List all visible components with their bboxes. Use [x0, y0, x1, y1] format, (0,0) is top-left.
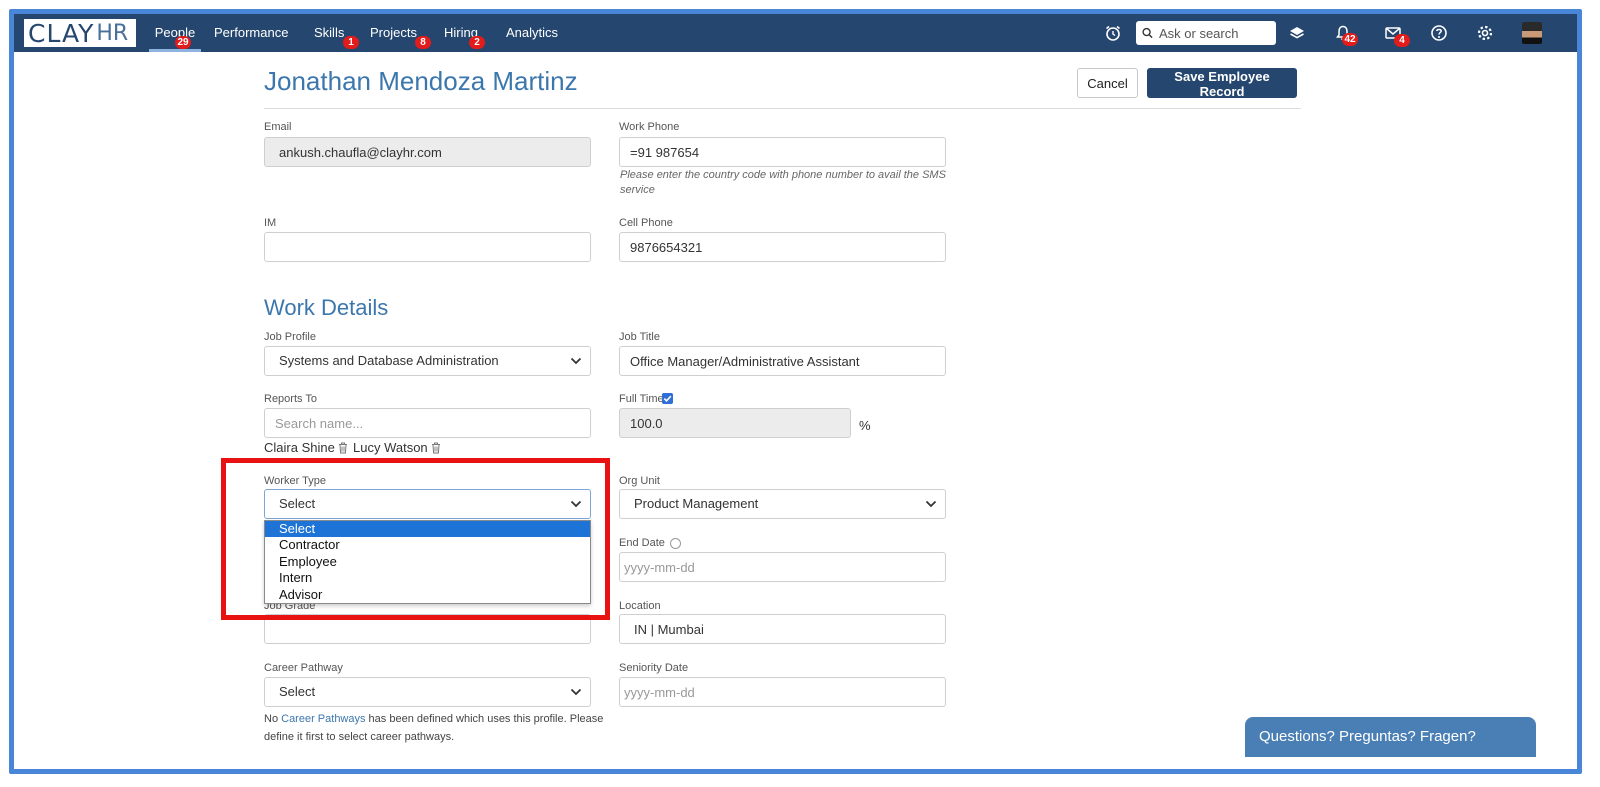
nav-projects-label: Projects — [370, 25, 417, 40]
search-input[interactable] — [1157, 24, 1276, 42]
highlight-box — [221, 458, 610, 620]
reports-to-person-1-name: Claira Shine — [264, 440, 335, 455]
reports-to-person-2-name: Lucy Watson — [353, 440, 428, 455]
end-date-label: End Date — [619, 537, 681, 549]
career-pathway-value: Select — [279, 684, 316, 699]
gear-icon[interactable] — [1476, 24, 1494, 42]
info-icon[interactable] — [669, 537, 681, 549]
page-title: Jonathan Mendoza Martinz — [264, 66, 578, 96]
nav-performance-label: Performance — [214, 25, 289, 40]
im-label: IM — [264, 217, 277, 229]
seniority-date-field[interactable] — [619, 677, 946, 707]
career-pathway-select[interactable]: Select — [264, 677, 591, 707]
work-phone-hint: Please enter the country code with phone… — [620, 169, 946, 196]
nav-people-badge: 29 — [175, 36, 191, 49]
job-profile-value: Systems and Database Administration — [279, 353, 499, 368]
notifications-badge: 42 — [1342, 33, 1358, 46]
chevron-down-icon — [570, 357, 582, 365]
cell-phone-label: Cell Phone — [619, 217, 673, 229]
chevron-down-icon — [925, 500, 937, 508]
nav-skills-badge: 1 — [343, 36, 359, 49]
search-icon — [1142, 27, 1153, 39]
nav-people[interactable]: People 29 — [149, 14, 201, 52]
user-avatar[interactable] — [1522, 22, 1542, 44]
org-unit-label: Org Unit — [619, 475, 660, 487]
full-time-label: Full Time — [619, 393, 664, 405]
percent-unit: % — [859, 418, 871, 433]
top-navbar: CLAY HR People 29 Performance Skills 1 P… — [14, 14, 1577, 52]
end-date-label-text: End Date — [619, 537, 665, 549]
job-title-label: Job Title — [619, 331, 660, 343]
messages-badge: 4 — [1394, 34, 1410, 47]
chevron-down-icon — [570, 688, 582, 696]
job-profile-label: Job Profile — [264, 331, 316, 343]
global-search[interactable] — [1136, 21, 1276, 45]
cell-phone-field[interactable] — [619, 232, 946, 262]
alarm-clock-icon[interactable] — [1104, 24, 1122, 42]
nav-hiring[interactable]: Hiring 2 — [444, 14, 485, 52]
job-profile-select[interactable]: Systems and Database Administration — [264, 346, 591, 376]
header-divider — [264, 108, 1301, 109]
note-prefix: No — [264, 713, 282, 725]
work-phone-field[interactable] — [619, 137, 946, 167]
trash-icon[interactable] — [431, 442, 441, 454]
app-window: CLAY HR People 29 Performance Skills 1 P… — [9, 9, 1582, 774]
nav-projects[interactable]: Projects 8 — [370, 14, 431, 52]
end-date-field[interactable] — [619, 552, 946, 582]
nav-hiring-badge: 2 — [469, 36, 485, 49]
nav-performance[interactable]: Performance — [214, 14, 288, 52]
reports-to-person-1: Claira Shine — [264, 440, 348, 455]
job-title-field[interactable] — [619, 346, 946, 376]
logo-main: CLAY — [28, 18, 95, 48]
seniority-date-label: Seniority Date — [619, 662, 689, 674]
work-details-title: Work Details — [264, 295, 389, 320]
reports-to-search-input[interactable] — [264, 408, 591, 438]
logo-sub: HR — [96, 20, 129, 46]
org-unit-value: Product Management — [634, 496, 759, 511]
nav-skills-label: Skills — [314, 25, 345, 40]
nav-analytics-label: Analytics — [506, 25, 559, 40]
support-chat-button[interactable]: Questions? Preguntas? Fragen? — [1245, 717, 1536, 757]
im-field[interactable] — [264, 232, 591, 262]
career-pathways-link[interactable]: Career Pathways — [281, 713, 365, 725]
org-unit-select[interactable]: Product Management — [619, 489, 946, 519]
reports-to-label: Reports To — [264, 393, 317, 405]
email-field[interactable] — [264, 137, 591, 167]
layers-icon[interactable] — [1288, 24, 1306, 42]
career-pathway-label: Career Pathway — [264, 662, 343, 674]
cancel-button[interactable]: Cancel — [1077, 68, 1138, 98]
full-time-checkbox[interactable] — [662, 393, 673, 404]
career-pathway-note: No Career Pathways has been defined whic… — [264, 710, 604, 746]
help-icon[interactable] — [1430, 24, 1448, 42]
nav-skills[interactable]: Skills 1 — [314, 14, 359, 52]
clayhr-logo[interactable]: CLAY HR — [24, 18, 136, 48]
reports-to-person-2: Lucy Watson — [353, 440, 441, 455]
location-label: Location — [619, 600, 661, 612]
full-time-percentage-field[interactable] — [619, 408, 851, 438]
work-phone-label: Work Phone — [619, 121, 680, 133]
nav-projects-badge: 8 — [415, 36, 431, 49]
location-field[interactable] — [619, 614, 946, 644]
save-employee-record-button[interactable]: Save Employee Record — [1147, 68, 1297, 99]
nav-analytics[interactable]: Analytics — [506, 14, 558, 52]
email-label: Email — [264, 121, 292, 133]
trash-icon[interactable] — [338, 442, 348, 454]
